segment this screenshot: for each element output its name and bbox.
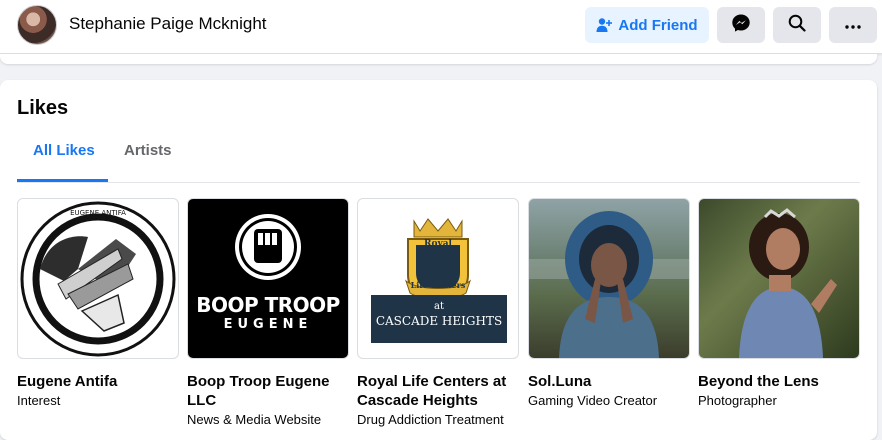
royal-logo-at: at [434,301,444,312]
like-item-sol-luna[interactable]: Sol.Luna Gaming Video Creator [528,198,690,409]
like-thumbnail[interactable]: Royal Life Centers at CASCADE HEIGHTS [357,198,519,359]
like-thumbnail[interactable] [528,198,690,359]
tab-divider [17,182,860,183]
like-item-category: Photographer [698,393,777,408]
add-friend-label: Add Friend [618,16,698,34]
likes-card: Likes All Likes Artists EUGENE ANTIFA Eu… [0,80,877,440]
boop-troop-logo-text: BOOP TROOP [196,293,340,317]
antifa-logo-icon: EUGENE ANTIFA [20,201,176,357]
boop-troop-logo-subtext: EUGENE [223,317,313,332]
search-icon [788,14,806,37]
like-thumbnail[interactable] [698,198,860,359]
like-item-category: Interest [17,393,61,408]
like-item-category: Drug Addiction Treatment [357,412,504,427]
add-person-icon [596,17,613,33]
svg-text:EUGENE ANTIFA: EUGENE ANTIFA [70,209,126,217]
message-button[interactable] [717,7,765,43]
profile-header-bar: Stephanie Paige Mcknight Add Friend [0,0,882,54]
royal-logo-top: Royal [424,239,452,249]
like-item-boop-troop[interactable]: BOOP TROOP EUGENE Boop Troop Eugene LLC … [187,198,349,428]
like-item-royal-life-centers[interactable]: Royal Life Centers at CASCADE HEIGHTS Ro… [357,198,519,428]
fist-icon [235,214,301,280]
royal-logo-band: at CASCADE HEIGHTS [371,295,507,343]
like-thumbnail[interactable]: BOOP TROOP EUGENE [187,198,349,359]
like-item-title[interactable]: Boop Troop Eugene LLC [187,372,349,410]
avatar[interactable] [17,5,57,45]
profile-name[interactable]: Stephanie Paige Mcknight [69,14,267,34]
add-friend-button[interactable]: Add Friend [585,7,709,43]
more-icon [845,16,861,34]
active-tab-indicator [17,179,108,182]
more-button[interactable] [829,7,877,43]
like-item-title[interactable]: Royal Life Centers at Cascade Heights [357,372,519,410]
like-item-eugene-antifa[interactable]: EUGENE ANTIFA Eugene Antifa Interest [17,198,179,409]
royal-logo-mid: Life Centers [410,280,466,290]
like-item-title[interactable]: Beyond the Lens [698,372,860,391]
portrait-photo [739,208,837,358]
previous-card-edge [0,54,877,64]
like-item-beyond-the-lens[interactable]: Beyond the Lens Photographer [698,198,860,409]
tab-all-likes[interactable]: All Likes [33,142,95,159]
person-photo [529,211,689,358]
messenger-icon [731,13,751,38]
search-button[interactable] [773,7,821,43]
likes-title: Likes [17,97,69,119]
like-item-title[interactable]: Eugene Antifa [17,372,179,391]
like-thumbnail[interactable]: EUGENE ANTIFA [17,198,179,359]
like-item-category: News & Media Website [187,412,322,427]
tab-artists[interactable]: Artists [124,142,172,159]
like-item-title[interactable]: Sol.Luna [528,372,690,391]
royal-logo-bottom: CASCADE HEIGHTS [375,314,503,328]
like-item-category: Gaming Video Creator [528,393,658,408]
